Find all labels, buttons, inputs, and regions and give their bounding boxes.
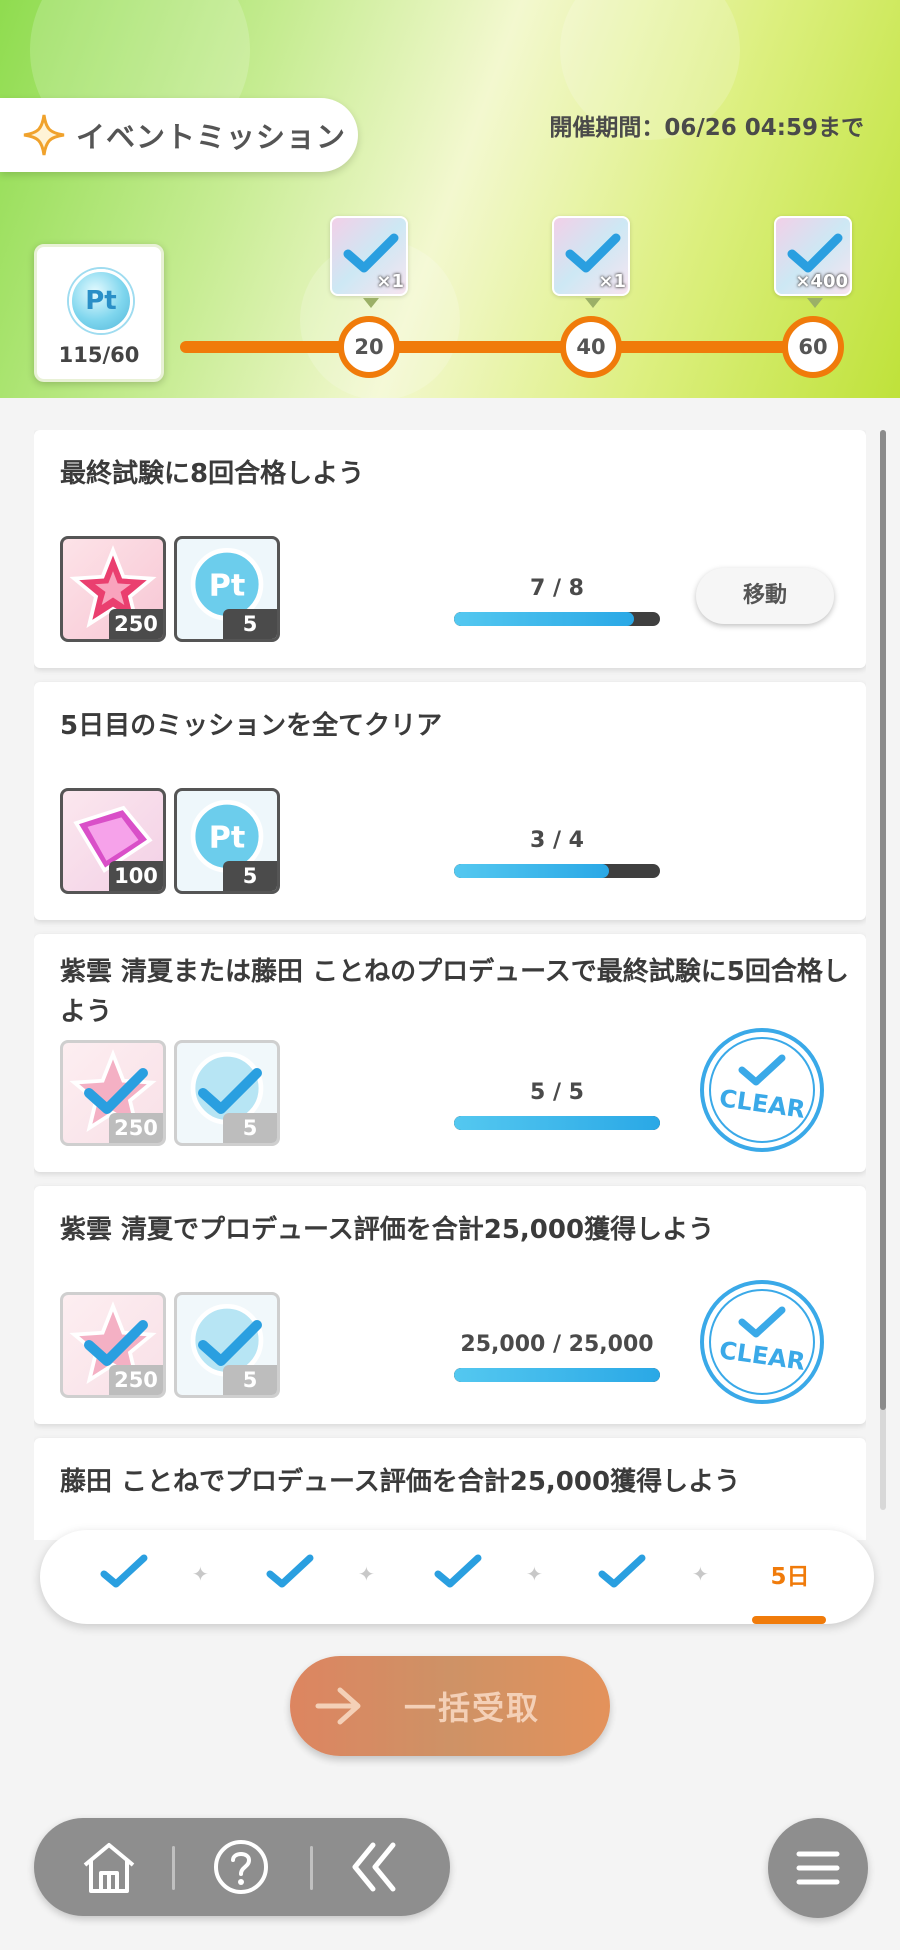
milestone-reward-40[interactable]: ×1 [552,216,630,308]
mission-card: 紫雲 清夏でプロデュース評価を合計25,000獲得しよう 250 5 25,00… [34,1186,866,1424]
day-tab-2[interactable] [260,1552,320,1602]
double-chevron-left-icon [352,1842,396,1892]
mission-progress-bar [454,612,660,626]
mission-progress-bar [454,1368,660,1382]
reward-star-item[interactable]: 250 [60,536,166,642]
reward-pt-item: 5 [174,1040,280,1146]
reward-pt-item[interactable]: Pt 5 [174,536,280,642]
milestone-node-40: 40 [560,316,622,378]
svg-text:Pt: Pt [209,569,246,604]
day-tab-5[interactable]: 5日 [760,1552,820,1602]
milestone-track [180,341,840,353]
clear-stamp-icon: CLEAR [700,1028,824,1152]
home-icon [83,1843,135,1893]
check-icon [100,1554,148,1588]
check-icon [84,1068,148,1114]
reward-star-item: 250 [60,1292,166,1398]
sparkle-separator-icon: ✦ [192,1562,209,1586]
active-day-indicator [752,1616,826,1624]
mission-title: 藤田 ことねでプロデュース評価を合計25,000獲得しよう [60,1467,741,1497]
sparkle-separator-icon: ✦ [526,1562,543,1586]
check-icon [598,1554,646,1588]
mission-title: 最終試験に8回合格しよう [60,459,365,489]
reward-gem-item[interactable]: 100 [60,788,166,894]
check-icon [434,1554,482,1588]
event-header: イベントミッション 開催期間：06/26 04:59まで Pt 115/60 ×… [0,0,900,398]
mission-progress-text: 5 / 5 [530,1080,584,1105]
day-tab-1[interactable] [94,1552,154,1602]
mission-title: 紫雲 清夏または藤田 ことねのプロデュースで最終試験に5回合格しよう [60,957,849,1027]
milestone-node-20: 20 [338,316,400,378]
arrow-right-icon [315,1687,361,1725]
mission-title: 5日目のミッションを全てクリア [60,711,443,741]
sparkle-separator-icon: ✦ [358,1562,375,1586]
reward-pt-item[interactable]: Pt 5 [174,788,280,894]
move-button[interactable]: 移動 [696,568,834,624]
mission-card: 紫雲 清夏または藤田 ことねのプロデュースで最終試験に5回合格しよう 250 5… [34,934,866,1172]
mission-list-scrollbar[interactable] [880,430,886,1510]
mission-progress-text: 25,000 / 25,000 [460,1332,654,1357]
svg-text:CLEAR: CLEAR [718,1084,807,1124]
page-title: イベントミッション [76,120,347,154]
mission-progress-bar [454,1116,660,1130]
mission-card: 最終試験に8回合格しよう 250 Pt 5 7 / 8 移動 [34,430,866,668]
pt-coin-icon: Pt [69,269,133,333]
help-button[interactable] [196,1832,286,1902]
milestone-reward-60[interactable]: ×400 [774,216,852,308]
bulk-receive-button[interactable]: 一括受取 [290,1656,610,1756]
menu-button[interactable] [768,1818,868,1918]
day-selector: ✦ ✦ ✦ ✦ 5日 [40,1530,874,1624]
svg-text:CLEAR: CLEAR [718,1336,807,1376]
reward-pt-item: 5 [174,1292,280,1398]
back-button[interactable] [330,1832,420,1902]
point-total-box: Pt 115/60 [34,244,164,382]
sparkle-separator-icon: ✦ [692,1562,709,1586]
help-icon [214,1840,268,1894]
milestone-node-60: 60 [782,316,844,378]
event-period: 開催期間：06/26 04:59まで [549,115,864,141]
check-icon [198,1320,262,1366]
check-icon [266,1554,314,1588]
home-button[interactable] [64,1832,154,1902]
check-icon [84,1320,148,1366]
clear-stamp-icon: CLEAR [700,1280,824,1404]
milestone-reward-20[interactable]: ×1 [330,216,408,308]
mission-title: 紫雲 清夏でプロデュース評価を合計25,000獲得しよう [60,1215,715,1245]
mission-card: 藤田 ことねでプロデュース評価を合計25,000獲得しよう [34,1438,866,1540]
mission-progress-bar [454,864,660,878]
reward-star-item: 250 [60,1040,166,1146]
mission-progress-text: 3 / 4 [530,828,584,853]
sparkle-icon [23,114,65,156]
day-tab-4[interactable] [592,1552,652,1602]
mission-card: 5日目のミッションを全てクリア 100 Pt 5 3 / 4 [34,682,866,920]
point-count: 115/60 [58,343,140,367]
mission-list[interactable]: 最終試験に8回合格しよう 250 Pt 5 7 / 8 移動 5日目のミッション… [34,430,866,1540]
hamburger-menu-icon [796,1851,840,1885]
bottom-nav [34,1818,450,1916]
event-mission-title: イベントミッション [0,98,358,172]
check-icon [198,1068,262,1114]
svg-text:Pt: Pt [209,821,246,856]
day-tab-3[interactable] [428,1552,488,1602]
mission-progress-text: 7 / 8 [530,576,584,601]
